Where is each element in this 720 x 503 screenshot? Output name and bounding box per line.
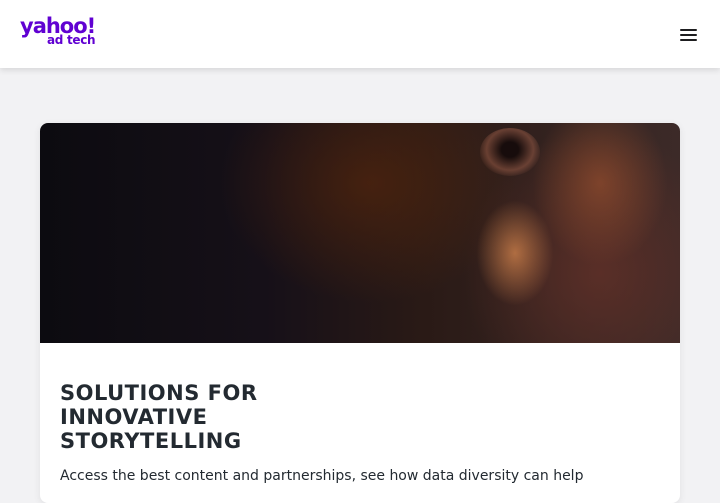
hamburger-menu-icon[interactable]	[678, 25, 700, 45]
card-description: Access the best content and partnerships…	[60, 468, 584, 484]
hero-image-detail	[480, 128, 540, 176]
menu-bar	[680, 34, 697, 36]
card-title: SOLUTIONS FOR INNOVATIVE STORYTELLING	[60, 381, 258, 453]
yahoo-ad-tech-logo[interactable]: yahoo! ad tech	[20, 14, 100, 51]
logo-sub-text: ad tech	[47, 33, 96, 47]
feature-card[interactable]: SOLUTIONS FOR INNOVATIVE STORYTELLING Ac…	[40, 123, 680, 503]
menu-bar	[680, 39, 697, 41]
menu-bar	[680, 29, 697, 31]
hero-image	[40, 123, 680, 343]
site-header: yahoo! ad tech	[0, 0, 720, 68]
